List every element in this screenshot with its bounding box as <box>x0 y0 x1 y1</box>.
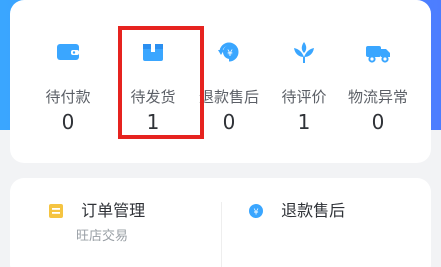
refund-aftersale-title: 退款售后 <box>281 200 346 220</box>
svg-text:¥: ¥ <box>253 207 258 216</box>
status-count: 1 <box>297 110 311 134</box>
status-count: 0 <box>371 110 385 134</box>
refund-aftersale-link[interactable]: ¥ 退款售后 <box>248 200 345 260</box>
wallet-icon <box>57 44 79 60</box>
truck-icon <box>366 46 390 63</box>
order-management-link[interactable]: 订单管理 旺店交易 <box>48 200 145 260</box>
flower-icon <box>294 42 314 63</box>
status-label: 物流异常 <box>347 88 408 106</box>
order-management-title: 订单管理 <box>81 200 146 220</box>
status-label: 退款售后 <box>198 88 259 106</box>
status-pending-payment[interactable]: 待付款 0 <box>30 38 106 148</box>
order-management-subtitle: 旺店交易 <box>76 228 129 244</box>
box-icon <box>143 44 163 61</box>
status-count: 0 <box>222 110 236 134</box>
status-label: 待付款 <box>45 88 91 106</box>
status-pending-shipment[interactable]: 待发货 1 <box>115 38 191 148</box>
refund-yen-icon: ¥ <box>249 203 263 218</box>
status-refund-aftersale[interactable]: ¥ 退款售后 0 <box>191 38 267 148</box>
order-status-row: 待付款 0 待发货 1 ¥ 退款售后 0 待评价 1 物流异常 0 <box>10 38 431 148</box>
status-count: 1 <box>146 110 160 134</box>
status-logistics-exception[interactable]: 物流异常 0 <box>340 38 416 148</box>
refund-yen-icon: ¥ <box>218 42 239 62</box>
orders-page: 待付款 0 待发货 1 ¥ 退款售后 0 待评价 1 物流异常 0 订单管理 旺… <box>0 0 441 267</box>
status-count: 0 <box>61 110 75 134</box>
status-pending-review[interactable]: 待评价 1 <box>266 38 342 148</box>
order-list-icon <box>49 203 63 218</box>
vertical-divider <box>221 202 222 267</box>
quick-links-card: 订单管理 旺店交易 ¥ 退款售后 <box>10 178 431 267</box>
status-label: 待评价 <box>281 88 327 106</box>
svg-text:¥: ¥ <box>227 49 233 59</box>
order-status-card: 待付款 0 待发货 1 ¥ 退款售后 0 待评价 1 物流异常 0 <box>10 0 431 163</box>
status-label: 待发货 <box>130 88 176 106</box>
